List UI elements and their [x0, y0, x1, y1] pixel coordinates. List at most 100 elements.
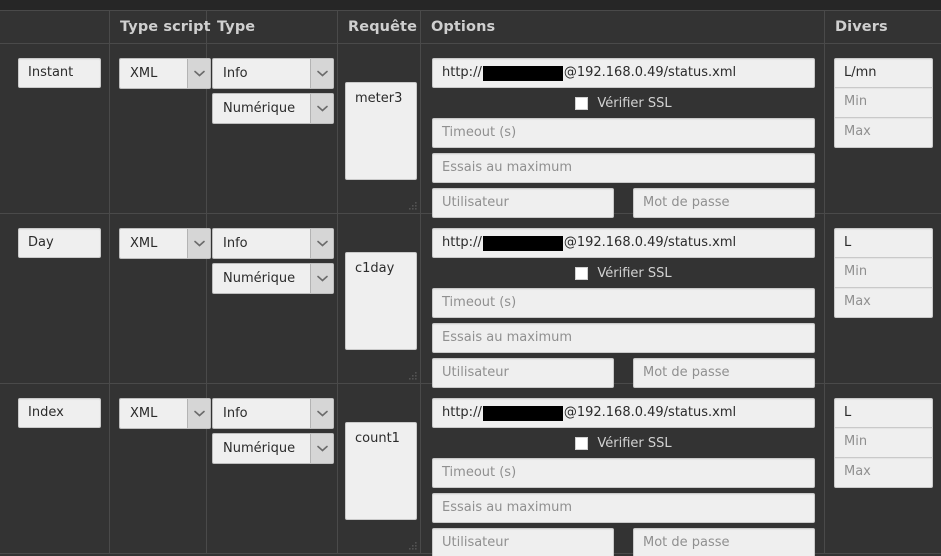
- value-format-select[interactable]: Numérique: [212, 433, 334, 464]
- url-suffix: @192.168.0.49/status.xml: [563, 235, 737, 250]
- unit-input[interactable]: L: [834, 398, 933, 428]
- row-requete-cell: count1: [338, 384, 421, 553]
- info-type-value: Info: [223, 406, 248, 421]
- min-input[interactable]: Min: [834, 428, 933, 458]
- script-type-select[interactable]: XML: [119, 58, 211, 89]
- script-type-value: XML: [130, 236, 158, 251]
- chevron-down-icon: [310, 264, 333, 293]
- timeout-input[interactable]: Timeout (s): [432, 288, 815, 318]
- row-divers-cell: L Min Max: [825, 384, 941, 553]
- chevron-down-icon: [310, 229, 333, 258]
- chevron-down-icon: [310, 399, 333, 428]
- url-suffix: @192.168.0.49/status.xml: [563, 405, 737, 420]
- row-requete-cell: c1day: [338, 214, 421, 383]
- row-name-cell: Index: [0, 384, 110, 553]
- verify-ssl-label: Vérifier SSL: [597, 95, 672, 111]
- row-divers-cell: L/mn Min Max: [825, 44, 941, 213]
- row-script-cell: XML: [110, 44, 211, 213]
- info-type-select[interactable]: Info: [212, 398, 334, 429]
- url-prefix: http://: [442, 65, 482, 80]
- requete-textarea[interactable]: c1day: [345, 252, 417, 350]
- chevron-down-icon: [310, 434, 333, 463]
- unit-input[interactable]: L: [834, 228, 933, 258]
- max-input[interactable]: Max: [834, 458, 933, 488]
- row-type-cell: Info Numérique: [207, 214, 338, 383]
- min-input[interactable]: Min: [834, 258, 933, 288]
- password-input[interactable]: Mot de passe: [633, 528, 815, 556]
- table-header-row: Type script Type Requête Options Divers: [0, 11, 941, 44]
- max-input[interactable]: Max: [834, 118, 933, 148]
- verify-ssl-label: Vérifier SSL: [597, 265, 672, 281]
- chevron-down-icon: [310, 94, 333, 123]
- row-type-cell: Info Numérique: [207, 44, 338, 213]
- max-input[interactable]: Max: [834, 288, 933, 318]
- value-format-value: Numérique: [223, 101, 296, 116]
- redacted-credentials: [482, 405, 563, 421]
- script-name-input[interactable]: Instant: [18, 58, 101, 88]
- header-label-script: Type script: [120, 19, 211, 35]
- header-label-options: Options: [431, 19, 496, 35]
- url-input[interactable]: http:// @192.168.0.49/status.xml: [432, 58, 815, 88]
- header-label-requete: Requête: [348, 19, 418, 35]
- header-label-divers: Divers: [835, 19, 888, 35]
- table-row: Index XML Info Numérique count1 http:// …: [0, 384, 941, 556]
- top-clipped-strip: [0, 0, 941, 11]
- script-type-select[interactable]: XML: [119, 228, 211, 259]
- row-options-cell: http:// @192.168.0.49/status.xml Vérifie…: [421, 384, 825, 556]
- max-retries-input[interactable]: Essais au maximum: [432, 323, 815, 353]
- row-divers-cell: L Min Max: [825, 214, 941, 383]
- username-input[interactable]: Utilisateur: [432, 528, 614, 556]
- chevron-down-icon: [310, 59, 333, 88]
- header-cell-divers: Divers: [825, 11, 941, 43]
- verify-ssl-checkbox[interactable]: [575, 96, 589, 110]
- row-type-cell: Info Numérique: [207, 384, 338, 553]
- redacted-credentials: [482, 65, 563, 81]
- url-input[interactable]: http:// @192.168.0.49/status.xml: [432, 228, 815, 258]
- verify-ssl-checkbox[interactable]: [575, 266, 589, 280]
- max-retries-input[interactable]: Essais au maximum: [432, 493, 815, 523]
- script-type-select[interactable]: XML: [119, 398, 211, 429]
- row-script-cell: XML: [110, 214, 211, 383]
- script-name-input[interactable]: Index: [18, 398, 101, 428]
- timeout-input[interactable]: Timeout (s): [432, 458, 815, 488]
- requete-textarea[interactable]: meter3: [345, 82, 417, 180]
- verify-ssl-label: Vérifier SSL: [597, 435, 672, 451]
- timeout-input[interactable]: Timeout (s): [432, 118, 815, 148]
- redacted-credentials: [482, 235, 563, 251]
- script-name-input[interactable]: Day: [18, 228, 101, 258]
- url-prefix: http://: [442, 235, 482, 250]
- script-config-table: Type script Type Requête Options Divers …: [0, 0, 941, 556]
- table-row: Instant XML Info Numérique meter3 http:/…: [0, 44, 941, 218]
- value-format-value: Numérique: [223, 441, 296, 456]
- min-input[interactable]: Min: [834, 88, 933, 118]
- row-options-cell: http:// @192.168.0.49/status.xml Vérifie…: [421, 44, 825, 218]
- info-type-select[interactable]: Info: [212, 228, 334, 259]
- row-name-cell: Instant: [0, 44, 110, 213]
- value-format-select[interactable]: Numérique: [212, 263, 334, 294]
- header-cell-requete: Requête: [338, 11, 421, 43]
- table-row: Day XML Info Numérique c1day http:// @19…: [0, 214, 941, 388]
- value-format-select[interactable]: Numérique: [212, 93, 334, 124]
- resize-grip-icon[interactable]: [408, 541, 418, 551]
- header-cell-script: Type script: [110, 11, 211, 43]
- url-prefix: http://: [442, 405, 482, 420]
- info-type-select[interactable]: Info: [212, 58, 334, 89]
- resize-grip-icon[interactable]: [408, 201, 418, 211]
- row-name-cell: Day: [0, 214, 110, 383]
- header-label-type: Type: [217, 19, 256, 35]
- url-suffix: @192.168.0.49/status.xml: [563, 65, 737, 80]
- header-cell-name: [0, 11, 110, 43]
- header-cell-options: Options: [421, 11, 825, 43]
- verify-ssl-row: Vérifier SSL: [432, 262, 815, 284]
- max-retries-input[interactable]: Essais au maximum: [432, 153, 815, 183]
- row-script-cell: XML: [110, 384, 211, 553]
- config-grid: Type script Type Requête Options Divers …: [0, 11, 941, 556]
- header-cell-type: Type: [207, 11, 338, 43]
- row-requete-cell: meter3: [338, 44, 421, 213]
- url-input[interactable]: http:// @192.168.0.49/status.xml: [432, 398, 815, 428]
- requete-textarea[interactable]: count1: [345, 422, 417, 520]
- verify-ssl-checkbox[interactable]: [575, 436, 589, 450]
- verify-ssl-row: Vérifier SSL: [432, 432, 815, 454]
- resize-grip-icon[interactable]: [408, 371, 418, 381]
- unit-input[interactable]: L/mn: [834, 58, 933, 88]
